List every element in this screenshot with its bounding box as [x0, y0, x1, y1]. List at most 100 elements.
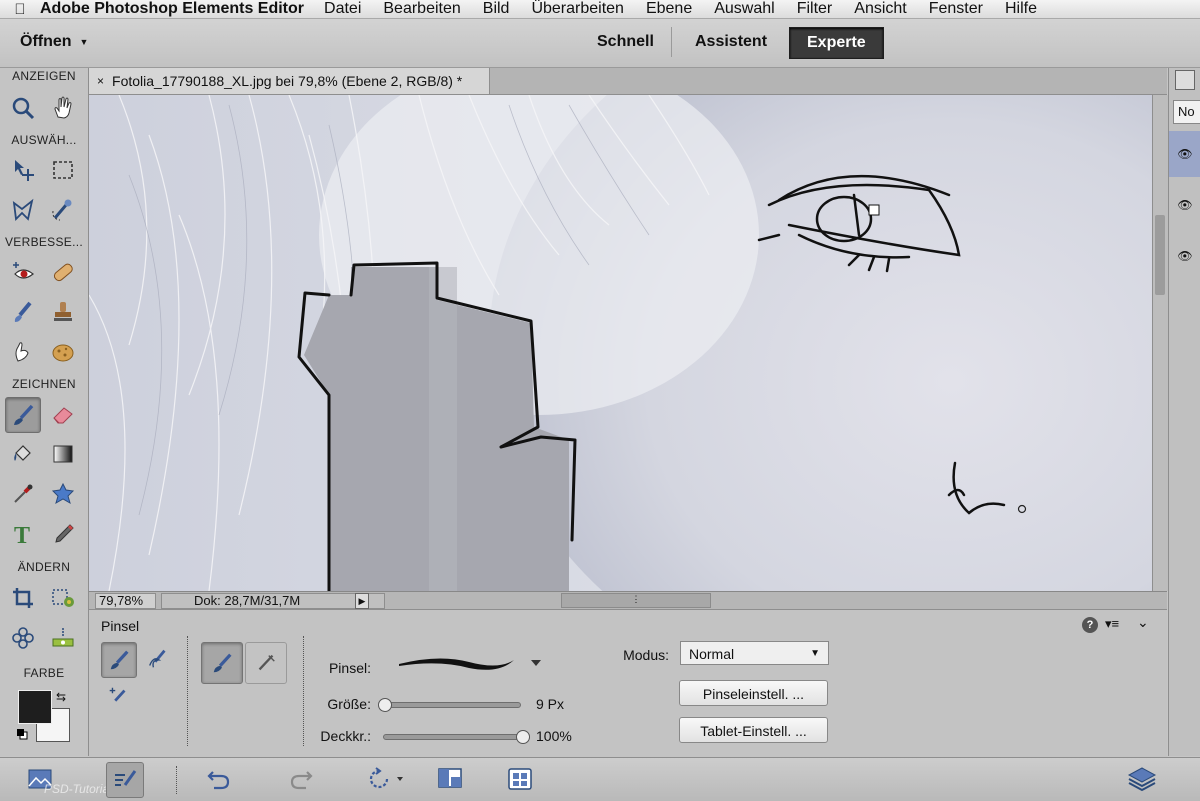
- rotate-button[interactable]: [364, 762, 410, 796]
- menu-ueberarbeiten[interactable]: Überarbeiten: [531, 0, 624, 18]
- help-icon[interactable]: ?: [1082, 617, 1098, 633]
- opacity-label: Deckkr.:: [320, 728, 371, 744]
- smart-brush-icon: [14, 301, 32, 322]
- menu-bild[interactable]: Bild: [483, 0, 510, 18]
- tablet-settings-button[interactable]: Tablet-Einstell. ...: [679, 717, 828, 743]
- eraser-tool[interactable]: [46, 397, 80, 431]
- menu-filter[interactable]: Filter: [797, 0, 833, 18]
- gradient-tool[interactable]: [46, 437, 80, 471]
- custom-shape-tool[interactable]: [46, 477, 80, 511]
- mode-experte-button[interactable]: Experte: [789, 27, 884, 59]
- vertical-scrollbar[interactable]: [1152, 95, 1168, 591]
- clone-stamp-tool[interactable]: [46, 295, 80, 329]
- panel-menu-icon[interactable]: ▾≡: [1105, 616, 1119, 632]
- impressionist-brush-button[interactable]: [141, 642, 175, 676]
- redo-icon: [290, 771, 313, 790]
- sponge-tool[interactable]: [46, 335, 80, 369]
- tool-options-panel: Pinsel ? ▾≡ ⌄ Pinsel: Größe: 9 Px Deckkr…: [89, 609, 1167, 757]
- layers-panel-strip: No 👁 👁 👁: [1168, 68, 1200, 756]
- eyedropper-tool[interactable]: [6, 477, 40, 511]
- recompose-tool[interactable]: [46, 581, 80, 615]
- mode-select-value: Normal: [689, 646, 735, 662]
- color-replacement-icon: [109, 687, 126, 702]
- hand-tool[interactable]: [46, 91, 80, 125]
- close-tab-icon[interactable]: ×: [97, 74, 104, 88]
- move-tool[interactable]: [6, 153, 40, 187]
- mode-assistent-button[interactable]: Assistent: [678, 27, 784, 57]
- menu-ansicht[interactable]: Ansicht: [854, 0, 906, 18]
- brush-icon: [14, 404, 34, 425]
- undo-button[interactable]: [200, 762, 236, 796]
- image-canvas[interactable]: [89, 95, 1152, 591]
- tool-options-toggle-button[interactable]: [106, 762, 144, 798]
- layer-visibility-eye-icon[interactable]: 👁: [1169, 131, 1200, 177]
- zoom-tool[interactable]: [6, 91, 40, 125]
- foreground-color-swatch[interactable]: [18, 690, 52, 724]
- layer-visibility-eye-icon[interactable]: 👁: [1169, 233, 1200, 279]
- chevron-down-icon: ▼: [79, 37, 89, 47]
- paint-bucket-tool[interactable]: [6, 437, 40, 471]
- menu-datei[interactable]: Datei: [324, 0, 361, 18]
- blur-tool[interactable]: [6, 335, 40, 369]
- section-auswaehlen: AUSWÄH...: [11, 133, 77, 147]
- apple-icon[interactable]: : [0, 1, 40, 18]
- document-tab[interactable]: × Fotolia_17790188_XL.jpg bei 79,8% (Ebe…: [89, 68, 490, 94]
- open-button[interactable]: Öffnen ▼: [20, 33, 88, 51]
- size-slider-handle[interactable]: [378, 698, 392, 712]
- menu-ebene[interactable]: Ebene: [646, 0, 692, 18]
- organizer-icon: [508, 768, 532, 790]
- menu-fenster[interactable]: Fenster: [929, 0, 983, 18]
- brush-preset-button[interactable]: [201, 642, 243, 684]
- pencil-tool[interactable]: [46, 517, 80, 551]
- marquee-icon: [53, 161, 73, 179]
- zoom-readout[interactable]: 79,78%: [95, 593, 156, 609]
- layout-button[interactable]: [432, 762, 468, 796]
- toolbox: ANZEIGEN AUSWÄH... VERBESSE... ZEICHNEN: [0, 68, 89, 756]
- recompose-icon: [52, 589, 74, 607]
- menu-bar:  Adobe Photoshop Elements Editor Datei …: [0, 0, 1200, 19]
- spot-healing-tool[interactable]: [46, 255, 80, 289]
- brush-mode-button[interactable]: [101, 642, 137, 678]
- brush-settings-button[interactable]: Pinseleinstell. ...: [679, 680, 828, 706]
- smart-brush-tool[interactable]: [6, 295, 40, 329]
- menu-hilfe[interactable]: Hilfe: [1005, 0, 1037, 18]
- layers-icon: [1127, 767, 1157, 792]
- redo-button[interactable]: [284, 762, 320, 796]
- color-replacement-button[interactable]: [101, 680, 135, 714]
- menu-bearbeiten[interactable]: Bearbeiten: [383, 0, 460, 18]
- hand-icon: [54, 96, 72, 119]
- mode-schnell-button[interactable]: Schnell: [580, 27, 672, 57]
- opacity-slider-handle[interactable]: [516, 730, 530, 744]
- menu-auswahl[interactable]: Auswahl: [714, 0, 774, 18]
- marquee-tool[interactable]: [46, 153, 80, 187]
- brush-preview-picker[interactable]: [389, 654, 549, 674]
- crop-tool[interactable]: [6, 581, 40, 615]
- layers-panel-button[interactable]: [1122, 762, 1162, 796]
- app-name[interactable]: Adobe Photoshop Elements Editor: [40, 0, 304, 18]
- quick-selection-tool[interactable]: [46, 193, 80, 227]
- eyedropper-icon: [14, 484, 33, 503]
- panel-icon[interactable]: [1175, 70, 1195, 90]
- blend-mode-select[interactable]: No: [1173, 100, 1200, 124]
- brush-label: Pinsel:: [328, 660, 371, 676]
- opacity-slider[interactable]: [383, 734, 523, 740]
- swap-colors-icon[interactable]: ⇆: [56, 690, 66, 704]
- mode-select[interactable]: Normal ▼: [680, 641, 829, 665]
- divider: [176, 766, 177, 794]
- layer-visibility-eye-icon[interactable]: 👁: [1169, 182, 1200, 228]
- airbrush-button[interactable]: [245, 642, 287, 684]
- size-slider[interactable]: [385, 702, 521, 708]
- organizer-button[interactable]: [502, 762, 538, 796]
- horizontal-scroll-thumb[interactable]: ⋮: [561, 593, 711, 608]
- straighten-tool[interactable]: [46, 621, 80, 655]
- status-menu-arrow-icon[interactable]: ▶: [355, 593, 369, 609]
- collapse-chevron-icon[interactable]: ⌄: [1137, 614, 1149, 631]
- brush-tool[interactable]: [5, 397, 41, 433]
- default-colors-icon[interactable]: [16, 728, 28, 740]
- red-eye-tool[interactable]: [6, 255, 40, 289]
- lasso-tool[interactable]: [6, 193, 40, 227]
- status-bar: 79,78% Dok: 28,7M/31,7M ▶ ⋮: [89, 591, 1167, 609]
- cookie-cutter-tool[interactable]: [6, 621, 40, 655]
- vertical-scroll-thumb[interactable]: [1155, 215, 1165, 295]
- type-tool[interactable]: T: [6, 517, 40, 551]
